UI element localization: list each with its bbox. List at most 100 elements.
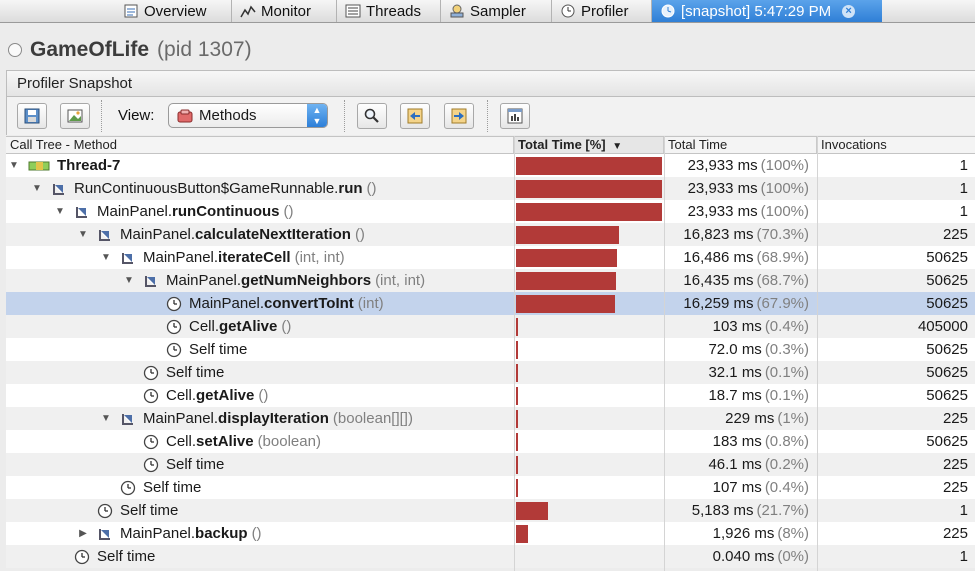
tab-monitor[interactable]: Monitor [232,0,337,22]
table-row[interactable]: Cell.getAlive() 103 ms (0.4%) 405000 [6,315,975,338]
method-cell: Self time [146,338,247,361]
invocations-cell: 225 [942,479,968,496]
collapse-icon[interactable]: ▼ [54,206,66,217]
tab-threads[interactable]: Threads [337,0,441,22]
time-percent-cell [514,502,662,520]
invocations-cell: 50625 [926,249,968,266]
table-row[interactable]: ▼ Thread-7 23,933 ms (100%) 1 [6,154,975,177]
tab-profiler[interactable]: Profiler [552,0,652,22]
tab-snapshot[interactable]: [snapshot] 5:47:29 PM × [652,0,882,22]
time-percent-cell [514,318,662,336]
clock-icon [143,434,159,450]
table-row[interactable]: Self time 0.040 ms (0%) 1 [6,545,975,568]
method-class: MainPanel. [97,203,173,220]
clock-icon [166,319,182,335]
method-icon [143,273,159,289]
clock-icon [143,388,159,404]
total-time-value: 1,926 ms [712,525,775,542]
time-percent-cell [514,226,662,244]
time-percent-cell [514,295,662,313]
statistics-icon [507,108,523,124]
collapse-icon[interactable]: ▼ [77,229,89,240]
statistics-button[interactable] [500,103,530,129]
collapse-icon[interactable]: ▼ [8,160,20,171]
find-previous-button[interactable] [400,103,430,129]
profiler-icon [560,4,576,18]
tab-sampler[interactable]: Sampler [441,0,552,22]
total-time-cell: 46.1 ms (0.2%) [668,453,815,476]
close-tab-icon[interactable]: × [842,4,856,18]
column-header-method[interactable]: Call Tree - Method [6,137,514,153]
method-cell: Self time [77,499,178,522]
table-row[interactable]: Cell.getAlive() 18.7 ms (0.1%) 50625 [6,384,975,407]
table-row[interactable]: ▼ MainPanel.displayIteration (boolean[][])… [6,407,975,430]
time-percent-bar [516,525,528,543]
expand-icon[interactable]: ▶ [77,528,89,539]
panel-title: Profiler Snapshot [6,70,975,97]
time-percent-cell [514,157,662,175]
invocations-cell: 50625 [926,364,968,381]
table-row[interactable]: Self time 32.1 ms (0.1%) 50625 [6,361,975,384]
invocations-cell: 225 [942,525,968,542]
view-select[interactable]: Methods ▲ ▼ [168,103,328,128]
time-percent-cell [514,272,662,290]
method-name: Cell.getAlive() [166,387,268,404]
total-time-percent: (0.3%) [764,341,809,358]
tab-overview[interactable]: Overview [115,0,232,22]
method-name: MainPanel.calculateNextIteration() [120,226,365,243]
invocations-cell: 50625 [926,433,968,450]
column-header-total-time[interactable]: Total Time [664,137,817,153]
table-row[interactable]: ▼ MainPanel.runContinuous() 23,933 ms (100%… [6,200,975,223]
column-header-invocations[interactable]: Invocations [817,137,975,153]
collapse-icon[interactable]: ▼ [100,252,112,263]
method-name-bold: getAlive [196,387,255,404]
method-params: () [258,387,269,404]
find-next-button[interactable] [444,103,474,129]
method-icon [97,526,113,542]
table-row[interactable]: Self time 46.1 ms (0.2%) 225 [6,453,975,476]
tab-sampler-label: Sampler [470,2,526,20]
total-time-value: 23,933 ms [687,203,758,220]
table-row[interactable]: ▼ MainPanel.calculateNextIteration() 16,82… [6,223,975,246]
method-name-bold: displayIteration [218,410,329,427]
method-icon [120,250,136,266]
export-image-button[interactable] [60,103,90,129]
column-header-total-time-percent[interactable]: Total Time [%] ▼ [514,137,664,153]
table-row[interactable]: Self time 5,183 ms (21.7%) 1 [6,499,975,522]
save-snapshot-button[interactable] [17,103,47,129]
collapse-icon[interactable]: ▼ [123,275,135,286]
time-percent-bar [516,318,518,336]
method-class: MainPanel. [143,410,219,427]
total-time-percent: (0%) [777,548,809,565]
collapse-icon[interactable]: ▼ [31,183,43,194]
clock-icon [143,457,159,473]
table-row[interactable]: Self time 107 ms (0.4%) 225 [6,476,975,499]
method-cell: ▼ Thread-7 [8,154,120,177]
total-time-value: 16,259 ms [683,295,754,312]
find-button[interactable] [357,103,387,129]
total-time-value: 23,933 ms [687,157,758,174]
clock-icon [166,342,182,358]
invocations-cell: 1 [959,548,968,565]
method-name-bold: backup [195,525,248,542]
method-class: Self time [166,364,225,381]
table-row[interactable]: Cell.setAlive (boolean) 183 ms (0.8%) 50625 [6,430,975,453]
total-time-percent: (0.8%) [764,433,809,450]
time-percent-cell [514,341,662,359]
table-row[interactable]: ▶ MainPanel.backup() 1,926 ms (8%) 225 [6,522,975,545]
table-row[interactable]: ▼ RunContinuousButton$GameRunnable.run() 2… [6,177,975,200]
table-row[interactable]: ▼ MainPanel.iterateCell (int, int) 16,486 m… [6,246,975,269]
table-row[interactable]: ▼ MainPanel.getNumNeighbors (int, int) 16,4… [6,269,975,292]
method-params: (int) [357,295,384,312]
method-name: MainPanel.runContinuous() [97,203,294,220]
tab-monitor-label: Monitor [261,2,312,20]
time-percent-cell [514,479,662,497]
table-row[interactable]: Self time 72.0 ms (0.3%) 50625 [6,338,975,361]
table-row[interactable]: MainPanel.convertToInt (int) 16,259 ms (67.… [6,292,975,315]
collapse-icon[interactable]: ▼ [100,413,112,424]
arrow-right-icon [451,108,467,124]
total-time-percent: (1%) [777,410,809,427]
method-name: Self time [166,364,224,381]
method-cell: Cell.getAlive() [123,384,268,407]
time-percent-bar [516,433,518,451]
